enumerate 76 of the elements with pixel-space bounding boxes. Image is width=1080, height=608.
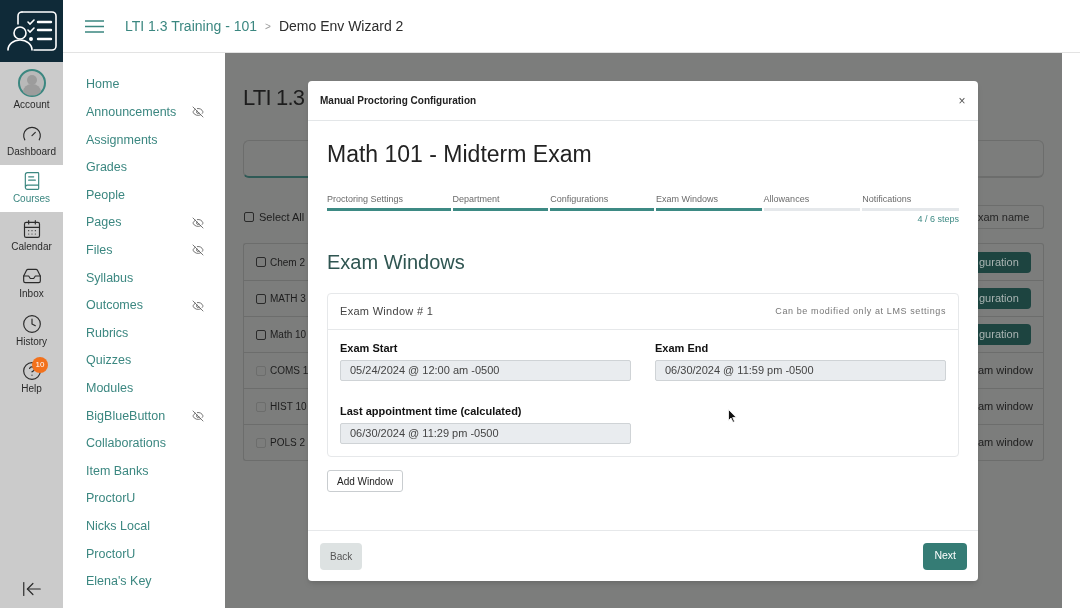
step-counter: 4 / 6 steps [917, 214, 959, 224]
breadcrumb-current: Demo Env Wizard 2 [278, 16, 404, 36]
exam-name-cell-text: COMS 1 [270, 364, 309, 378]
exam-name-cell-text: Chem 2 [270, 255, 305, 270]
course-nav-link[interactable]: ProctorU [86, 544, 136, 564]
step-label: Exam Windows [655, 193, 719, 205]
next-button[interactable]: Next [923, 542, 967, 570]
exam-name-cell-text: POLS 2 [270, 436, 306, 450]
step-label: Proctoring Settings [327, 193, 405, 205]
exam-name-cell-text: Math 10 [270, 328, 307, 342]
field-label: Exam Start [340, 342, 399, 355]
global-nav-item[interactable]: Dashboard [0, 117, 63, 165]
course-nav-link[interactable]: Quizzes [86, 351, 132, 371]
step-label: Configurations [550, 193, 610, 205]
exam-name-cell-text: HIST 10 [270, 400, 307, 414]
exam-title: Math 101 - Midterm Exam [327, 140, 593, 168]
close-button[interactable]: × [956, 93, 968, 108]
date-time-field[interactable]: 05/24/2024 @ 12:00 am -0500 [340, 360, 631, 381]
course-nav-link[interactable]: People [86, 185, 125, 205]
card-background [978, 140, 1044, 178]
breadcrumb-separator: > [265, 19, 271, 34]
search-field[interactable]: xam name [978, 205, 1044, 229]
breadcrumb-link[interactable]: LTI 1.3 Training - 101 [125, 15, 258, 37]
course-nav-link[interactable]: Announcements [86, 103, 177, 122]
course-nav-link[interactable]: Nicks Local [86, 516, 150, 536]
course-nav-link[interactable]: ProctorU [86, 489, 136, 509]
select-all-label: Select All [259, 209, 305, 225]
field-label: Last appointment time (calculated) [340, 405, 523, 418]
configuration-button[interactable]: guration [978, 288, 1031, 309]
course-nav-link[interactable]: Modules [86, 378, 134, 398]
menu-icon [85, 19, 104, 33]
mouse-pointer-icon [728, 409, 737, 423]
global-nav-item[interactable]: History [0, 307, 63, 355]
step-label: Notifications [862, 193, 913, 205]
course-nav-link[interactable]: Files [86, 241, 113, 260]
course-nav-link[interactable]: Outcomes [86, 296, 143, 315]
help-icon [21, 361, 42, 382]
global-nav-item[interactable]: Courses [0, 164, 63, 212]
exam-window-title: Exam Window # 1 [340, 304, 434, 320]
course-nav-link[interactable]: Assignments [86, 130, 158, 150]
page-heading: LTI 1.3 [243, 84, 306, 112]
back-button[interactable]: Back [320, 542, 363, 570]
checklist-person-logo[interactable] [5, 10, 58, 52]
date-time-field[interactable]: 06/30/2024 @ 11:29 pm -0500 [340, 423, 631, 444]
notification-badge: 10 [32, 356, 48, 373]
global-nav-item[interactable]: Inbox [0, 259, 63, 307]
course-nav-link[interactable]: BigBlueButton [86, 406, 166, 426]
settings-note: Can be modified only at LMS settings [775, 304, 946, 318]
avatar-icon [17, 68, 46, 97]
checkbox[interactable] [256, 293, 266, 304]
clock-icon [21, 313, 42, 334]
configuration-button[interactable]: guration [978, 251, 1031, 273]
menu-button[interactable] [85, 19, 104, 33]
section-heading: Exam Windows [327, 250, 466, 274]
step-label: Department [452, 193, 501, 205]
checkbox[interactable] [256, 329, 266, 340]
checkbox[interactable] [244, 212, 254, 222]
global-nav-item[interactable]: Calendar [0, 212, 63, 260]
global-nav-item[interactable]: Account [0, 62, 63, 117]
course-nav-link[interactable]: Item Banks [86, 461, 149, 481]
checkbox[interactable] [256, 257, 266, 267]
calendar-icon [21, 218, 42, 239]
course-nav-link[interactable]: Home [86, 75, 120, 95]
course-nav-link[interactable]: Pages [86, 213, 122, 233]
date-time-field[interactable]: 06/30/2024 @ 11:59 pm -0500 [655, 360, 946, 381]
field-label: Exam End [655, 342, 710, 355]
configuration-button[interactable]: guration [978, 324, 1031, 345]
modal-title: Manual Proctoring Configuration [320, 94, 477, 108]
course-nav-link[interactable]: Collaborations [86, 434, 166, 453]
course-nav-link[interactable]: Grades [86, 158, 127, 177]
step-label: Allowances [763, 193, 811, 205]
exam-name-cell-text: MATH 3 [270, 292, 306, 306]
add-window-button[interactable]: Add Window [327, 470, 404, 492]
course-nav-link[interactable]: Elena's Key [86, 572, 152, 591]
course-nav-link[interactable]: Rubrics [86, 323, 129, 343]
course-nav-link[interactable]: Syllabus [86, 268, 134, 288]
